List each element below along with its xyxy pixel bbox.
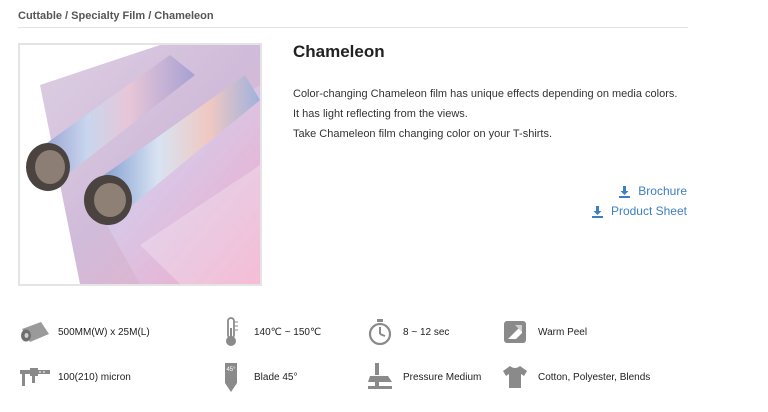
blade-icon: 45° [214,360,248,394]
downloads: Brochure Product Sheet [591,181,687,221]
spec-text: 140℃ ~ 150℃ [254,326,322,338]
roll-icon [18,315,52,349]
brochure-download-link[interactable]: Brochure [591,181,687,201]
description-line: Color-changing Chameleon film has unique… [293,88,678,100]
description-line: Take Chameleon film changing color on yo… [293,128,553,140]
download-icon [619,185,631,198]
warm-peel-icon [498,315,532,349]
spec-fabric: Cotton, Polyester, Blends [498,360,650,394]
breadcrumb: Cuttable / Specialty Film / Chameleon [18,10,688,28]
product-sheet-label: Product Sheet [610,204,687,218]
brochure-label: Brochure [638,184,687,198]
spec-text: 100(210) micron [58,371,131,383]
press-icon [363,360,397,394]
spec-text: Pressure Medium [403,371,482,383]
spec-time: 8 ~ 12 sec [363,315,449,349]
spec-blade: 45° Blade 45° [214,360,297,394]
caliper-icon [18,360,52,394]
stopwatch-icon [363,315,397,349]
svg-text:45°: 45° [226,367,236,373]
spec-text: Warm Peel [538,326,588,338]
download-icon [591,205,603,218]
spec-size: 500MM(W) x 25M(L) [18,315,150,349]
thermometer-icon [214,315,248,349]
product-sheet-download-link[interactable]: Product Sheet [591,201,687,221]
description-line: It has light reflecting from the views. [293,108,468,120]
spec-text: Cotton, Polyester, Blends [538,371,651,383]
spec-peel: Warm Peel [498,315,587,349]
spec-text: Blade 45° [254,371,298,383]
product-title: Chameleon [293,42,385,61]
spec-pressure: Pressure Medium [363,360,481,394]
spec-text: 8 ~ 12 sec [403,326,450,338]
product-description: Color-changing Chameleon film has unique… [293,84,693,144]
spec-temperature: 140℃ ~ 150℃ [214,315,321,349]
spec-thickness: 100(210) micron [18,360,131,394]
product-image [18,43,262,286]
spec-text: 500MM(W) x 25M(L) [58,326,150,338]
tshirt-icon [498,360,532,394]
